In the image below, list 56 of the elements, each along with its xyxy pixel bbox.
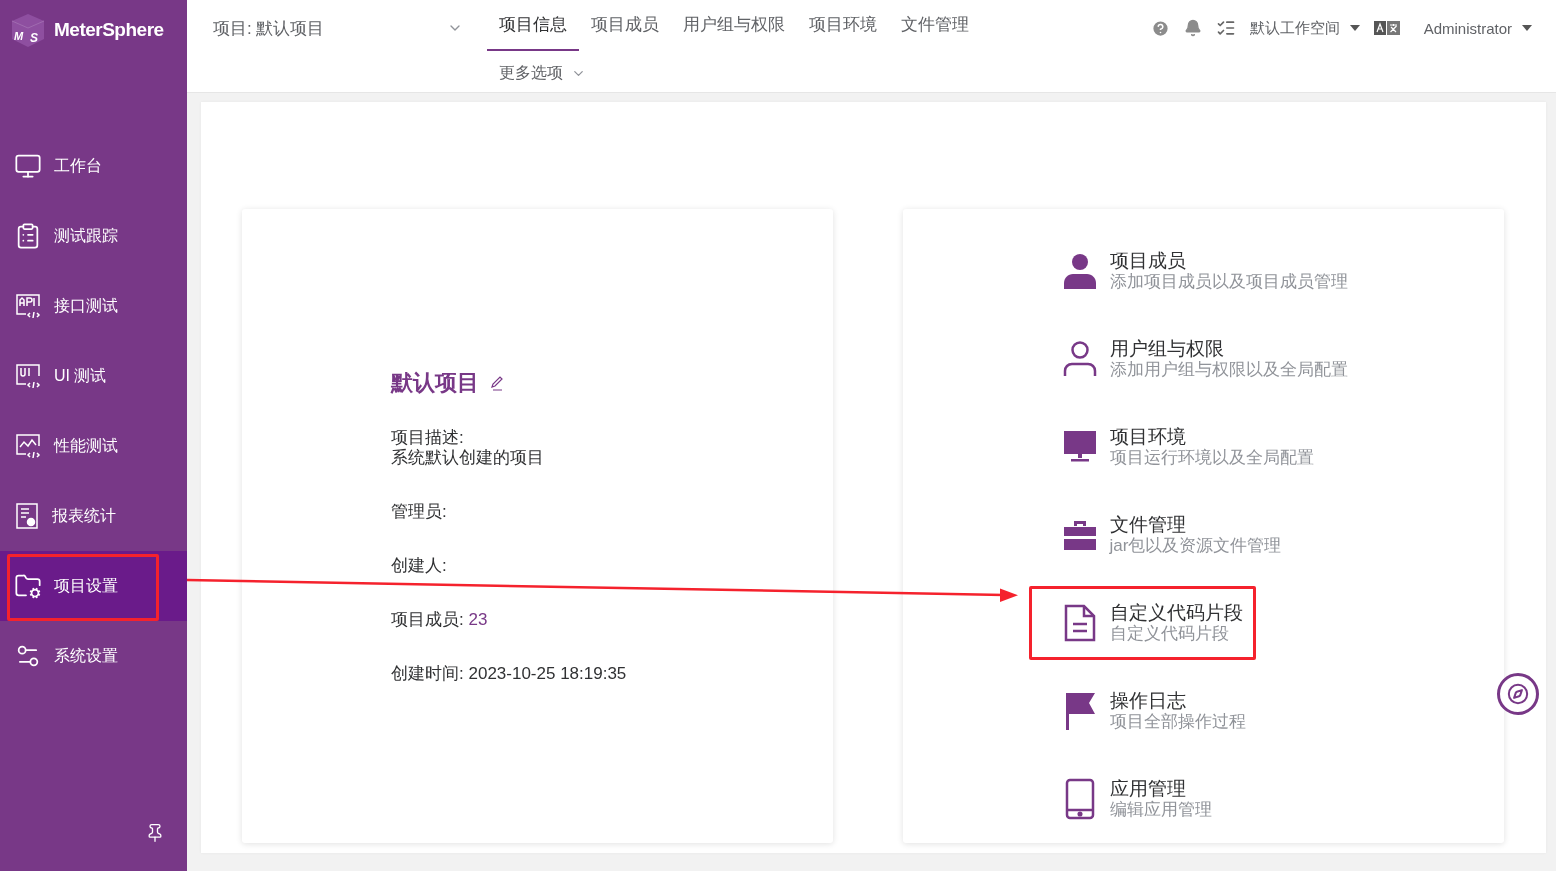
setting-description: 项目全部操作过程 <box>1109 712 1246 732</box>
task-list-icon[interactable] <box>1215 18 1236 38</box>
sidebar-item[interactable]: 测试跟踪 <box>0 201 187 271</box>
setting-description: 添加用户组与权限以及全局配置 <box>1109 360 1348 380</box>
setting-title[interactable]: 用户组与权限 <box>1109 338 1348 360</box>
nav-tab[interactable]: 文件管理 <box>889 0 981 51</box>
nav-tab[interactable]: 项目成员 <box>579 0 671 51</box>
menu-icon <box>14 292 42 320</box>
setting-icon[interactable] <box>1062 253 1097 289</box>
setting-description: 自定义代码片段 <box>1109 624 1230 644</box>
more-menu[interactable]: 更多选项 <box>499 59 586 88</box>
help-icon[interactable] <box>1150 18 1170 38</box>
user-dropdown[interactable]: Administrator <box>1423 19 1532 37</box>
nav-tab[interactable]: 项目环境 <box>797 0 889 51</box>
workspace-dropdown[interactable]: 默认工作空间 <box>1249 18 1360 38</box>
menu-icon <box>14 572 42 600</box>
setting-description: 编辑应用管理 <box>1109 800 1212 820</box>
project-selector[interactable]: 项目: 默认项目 <box>213 0 463 56</box>
compass-icon <box>1507 683 1529 705</box>
project-name: 默认项目 <box>391 369 479 397</box>
menu-icon <box>14 152 42 180</box>
sidebar-item[interactable]: 项目设置 <box>0 551 187 621</box>
sidebar-item[interactable]: 性能测试 <box>0 411 187 481</box>
setting-title[interactable]: 自定义代码片段 <box>1109 602 1243 624</box>
nav-tab[interactable]: 用户组与权限 <box>671 0 797 51</box>
menu-icon <box>14 502 40 530</box>
setting-icon[interactable] <box>1062 429 1097 465</box>
setting-description: 项目运行环境以及全局配置 <box>1109 448 1314 468</box>
brand-name: MeterSphere <box>54 19 164 41</box>
setting-title[interactable]: 操作日志 <box>1109 690 1246 712</box>
setting-title[interactable]: 应用管理 <box>1109 778 1212 800</box>
project-field: 项目成员: 23 <box>391 610 833 630</box>
setting-icon[interactable] <box>1062 604 1097 642</box>
caret-icon <box>1349 25 1360 31</box>
sidebar-item[interactable]: 接口测试 <box>0 271 187 341</box>
setting-title[interactable]: 文件管理 <box>1109 514 1282 536</box>
project-field: 创建人: <box>391 556 833 576</box>
menu-icon <box>14 432 42 460</box>
nav-tab[interactable]: 项目信息 <box>487 0 579 51</box>
menu-icon <box>14 362 42 390</box>
edit-icon[interactable] <box>489 375 505 391</box>
setting-icon[interactable] <box>1062 341 1097 377</box>
language-icon[interactable] <box>1373 21 1400 35</box>
setting-title[interactable]: 项目环境 <box>1109 426 1314 448</box>
setting-description: 添加项目成员以及项目成员管理 <box>1109 272 1348 292</box>
sidebar-item[interactable]: 工作台 <box>0 131 187 201</box>
caret-icon <box>1522 25 1532 31</box>
sidebar-item[interactable]: UI 测试 <box>0 341 187 411</box>
project-field: 项目描述: 系统默认创建的项目 <box>391 428 833 468</box>
project-field: 管理员: <box>391 502 833 522</box>
sidebar-item[interactable]: 报表统计 <box>0 481 187 551</box>
sidebar-item[interactable]: 系统设置 <box>0 621 187 691</box>
project-field: 创建时间: 2023-10-25 18:19:35 <box>391 664 833 684</box>
bell-icon[interactable] <box>1183 19 1202 37</box>
setting-title[interactable]: 项目成员 <box>1109 250 1348 272</box>
setting-description: jar包以及资源文件管理 <box>1109 536 1282 556</box>
